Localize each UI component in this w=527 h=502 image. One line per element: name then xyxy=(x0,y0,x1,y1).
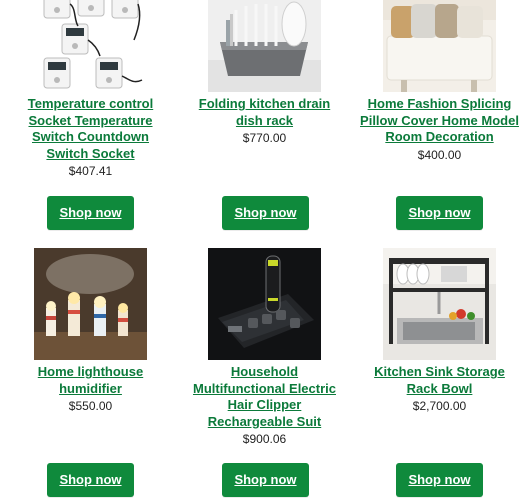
product-image-temperature-socket[interactable] xyxy=(34,0,147,92)
product-image-lighthouse-humidifier[interactable] xyxy=(34,248,147,360)
product-name-link[interactable]: Temperature control Socket Temperature S… xyxy=(11,96,171,162)
product-name-link[interactable]: Home lighthouse humidifier xyxy=(11,364,171,397)
product-card-hair-clipper: Household Multifunctional Electric Hair … xyxy=(177,248,352,447)
product-image-hair-clipper[interactable] xyxy=(208,248,321,360)
product-card-pillow-cover: Home Fashion Splicing Pillow Cover Home … xyxy=(352,0,527,163)
product-card-lighthouse-humidifier: Home lighthouse humidifier $550.00 xyxy=(3,248,178,414)
shop-now-button[interactable]: Shop now xyxy=(222,196,309,230)
shop-now-button[interactable]: Shop now xyxy=(47,463,134,497)
shop-now-button[interactable]: Shop now xyxy=(222,463,309,497)
product-price: $407.41 xyxy=(68,164,113,178)
product-name-link[interactable]: Household Multifunctional Electric Hair … xyxy=(185,364,345,430)
product-card-dish-rack: Folding kitchen drain dish rack $770.00 xyxy=(177,0,352,146)
product-image-pillow-cover[interactable] xyxy=(383,0,496,92)
product-name-link[interactable]: Home Fashion Splicing Pillow Cover Home … xyxy=(360,96,520,146)
product-image-dish-rack[interactable] xyxy=(208,0,321,92)
shop-now-button[interactable]: Shop now xyxy=(396,463,483,497)
shop-now-button[interactable]: Shop now xyxy=(396,196,483,230)
product-name-link[interactable]: Folding kitchen drain dish rack xyxy=(185,96,345,129)
product-price: $400.00 xyxy=(417,147,462,162)
product-card-temperature-socket: Temperature control Socket Temperature S… xyxy=(3,0,178,179)
product-image-sink-rack[interactable] xyxy=(383,248,496,360)
product-price: $550.00 xyxy=(68,399,113,413)
product-price: $770.00 xyxy=(242,131,287,145)
product-price: $900.06 xyxy=(242,432,287,446)
product-card-sink-rack: Kitchen Sink Storage Rack Bowl $2,700.00 xyxy=(352,248,527,414)
product-name-link[interactable]: Kitchen Sink Storage Rack Bowl xyxy=(360,364,520,397)
product-price: $2,700.00 xyxy=(412,399,467,413)
shop-now-button[interactable]: Shop now xyxy=(47,196,134,230)
